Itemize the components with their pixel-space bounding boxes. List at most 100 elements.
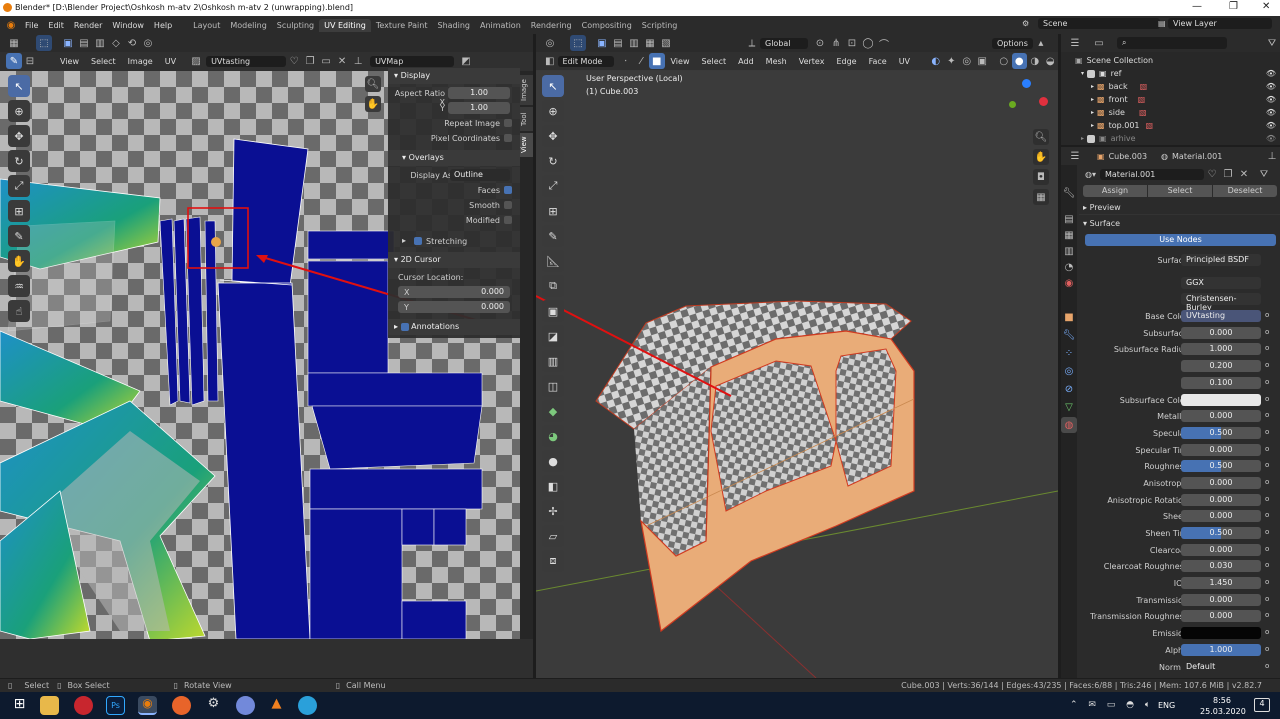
vp-scale-tool-icon[interactable]: ⤢ (542, 175, 564, 197)
vp-shear-tool-icon[interactable]: ▱ (542, 525, 564, 547)
socket-icon[interactable]: o (1265, 561, 1269, 569)
uv-select-tool-icon[interactable]: ↖ (8, 75, 30, 97)
ref-checkbox[interactable] (1087, 69, 1096, 78)
material-unlink-icon[interactable]: ✕ (1236, 166, 1252, 182)
sidebar-tab-image[interactable]: Image (520, 75, 533, 105)
object-tab-icon[interactable]: ■ (1061, 309, 1077, 325)
socket-icon[interactable]: o (1265, 511, 1269, 519)
tray-icons[interactable]: ⌃ ✉ ▭ ◓ 🔈︎ (1070, 700, 1154, 710)
smooth-checkbox[interactable] (504, 201, 512, 209)
data-tab-icon[interactable]: ▽ (1061, 399, 1077, 415)
scene-selector[interactable]: Scene (1038, 18, 1160, 29)
shading-material-icon[interactable]: ◑ (1027, 53, 1043, 69)
shading-wire-icon[interactable]: ○ (996, 53, 1012, 69)
socket-icon[interactable]: o (1265, 628, 1269, 636)
bsdf-value-field[interactable]: 1.000 (1181, 343, 1261, 356)
outliner-item-side[interactable]: ▸ ▩ side ▧ 👁︎ (1075, 106, 1280, 119)
editor-type-icon[interactable]: ▦ (6, 35, 22, 51)
socket-icon[interactable]: o (1265, 595, 1269, 603)
bsdf-value-field[interactable]: 0.030 (1181, 560, 1261, 573)
notification-icon[interactable]: 4 (1254, 698, 1270, 712)
options-dropdown[interactable]: Options (992, 37, 1033, 49)
blender-menu-icon[interactable]: ◉ (3, 17, 19, 33)
vp-polybuild-tool-icon[interactable]: ◆ (542, 400, 564, 422)
snap-type-icon[interactable]: ⊡ (844, 35, 860, 51)
bsdf-value-field[interactable]: 0.500 (1181, 527, 1261, 539)
proportional-edit-icon[interactable]: ◯ (860, 35, 876, 51)
aspect-x-field[interactable]: 1.00 (448, 87, 510, 99)
gizmo-y-axis[interactable] (1009, 101, 1016, 108)
overlays-section-header[interactable]: ▾ Overlays (388, 150, 520, 166)
vp-shrink-tool-icon[interactable]: ✢ (542, 500, 564, 522)
bsdf-value-field[interactable]: 0.000 (1181, 593, 1261, 606)
mode-dropdown[interactable]: Edit Mode (557, 55, 614, 67)
gizmo-icon[interactable]: ✦ (944, 53, 960, 69)
vp-measure-tool-icon[interactable]: 📐︎ (542, 250, 564, 272)
physics-tab-icon[interactable]: ◎ (1061, 363, 1077, 379)
faces-checkbox[interactable] (504, 186, 512, 194)
expand-icon[interactable]: ▸ (1081, 135, 1084, 142)
repeat-image-checkbox[interactable] (504, 119, 512, 127)
aspect-y-field[interactable]: 1.00 (448, 102, 510, 114)
ortho-toggle-icon[interactable]: ▦ (1033, 189, 1049, 205)
image-fake-user-icon[interactable]: ♡ (286, 53, 302, 69)
particles-tab-icon[interactable]: ⁘ (1061, 345, 1077, 361)
bsdf-value-field[interactable]: 0.000 (1181, 476, 1261, 489)
vlc-icon[interactable]: ▲ (267, 696, 286, 715)
explorer-icon[interactable] (40, 696, 59, 715)
bsdf-value-field[interactable] (1181, 627, 1261, 640)
socket-icon[interactable]: o (1265, 662, 1269, 670)
outliner-item-ref[interactable]: ▾ ▣ ref 👁︎ (1075, 67, 1280, 80)
viewport-select-extend-icon[interactable]: ▤ (610, 35, 626, 51)
viewport-zoom-icon[interactable]: 🔍︎ (1033, 129, 1049, 145)
minimize-icon[interactable]: — (1192, 1, 1202, 12)
distribution-dropdown[interactable]: GGX (1181, 276, 1261, 289)
uv-relax-tool-icon[interactable]: ♒ (8, 275, 30, 297)
visibility-icon[interactable]: ◐ (928, 53, 944, 69)
image-open-icon[interactable]: ▭ (318, 53, 334, 69)
bsdf-value-field[interactable]: 0.200 (1181, 360, 1261, 373)
bsdf-value-field[interactable]: 0.000 (1181, 610, 1261, 623)
tray-time[interactable]: 8:56 (1213, 696, 1231, 705)
pin-icon[interactable]: ⊥ (350, 53, 366, 69)
image-name-field[interactable]: UVtasting (206, 55, 287, 67)
socket-icon[interactable]: o (1265, 378, 1269, 386)
menu-render[interactable]: Render (74, 21, 102, 30)
preview-section-header[interactable]: ▸ Preview (1079, 199, 1280, 215)
expand-icon[interactable]: ▾ (1081, 70, 1084, 77)
output-tab-icon[interactable]: ▦ (1061, 227, 1077, 243)
socket-icon[interactable]: o (1265, 478, 1269, 486)
use-nodes-button[interactable]: Use Nodes (1085, 234, 1276, 246)
viewport-pan-icon[interactable]: ✋ (1033, 149, 1049, 165)
menu-window[interactable]: Window (112, 21, 144, 30)
vp-inset-tool-icon[interactable]: ▣ (542, 300, 564, 322)
socket-icon[interactable]: o (1265, 528, 1269, 536)
uv-pan-icon[interactable]: ✋ (365, 96, 381, 112)
bsdf-value-field[interactable]: 0.000 (1181, 410, 1261, 423)
vp-transform-tool-icon[interactable]: ⊞ (542, 200, 564, 222)
settings-icon[interactable]: ⚙ (204, 696, 223, 715)
display-as-dropdown[interactable]: Outline (450, 169, 510, 181)
front-eye-icon[interactable]: 👁︎ (1266, 95, 1276, 104)
uv-select-mode-icon[interactable]: ⬚ (36, 35, 52, 51)
socket-icon[interactable]: o (1265, 495, 1269, 503)
deselect-button[interactable]: Deselect (1213, 185, 1277, 197)
vp-cursor-tool-icon[interactable]: ⊕ (542, 100, 564, 122)
ref-eye-icon[interactable]: 👁︎ (1266, 69, 1276, 78)
menu-edit[interactable]: Edit (48, 21, 64, 30)
arhive-eye-icon[interactable]: 👁︎ (1266, 134, 1276, 143)
display-channels-icon[interactable]: ◩ (458, 53, 474, 69)
blender-taskbar-icon[interactable]: ◉ (138, 696, 157, 715)
menu-uv[interactable]: UV (165, 57, 176, 66)
gizmo-x-axis[interactable] (1039, 97, 1048, 106)
menu-viewport-vertex[interactable]: Vertex (799, 57, 825, 66)
pixel-coords-checkbox[interactable] (504, 134, 512, 142)
camera-view-icon[interactable]: ◘ (1033, 169, 1049, 185)
material-tab-icon[interactable]: ◍ (1061, 417, 1077, 433)
socket-icon[interactable]: o (1265, 445, 1269, 453)
maximize-icon[interactable]: ❐ (1229, 1, 1238, 12)
sync-icon[interactable]: ⟲ (124, 35, 140, 51)
socket-icon[interactable]: o (1265, 328, 1269, 336)
vertex-mode-icon[interactable]: ⋅ (618, 53, 634, 69)
outliner-item-back[interactable]: ▸ ▩ back ▧ 👁︎ (1075, 80, 1280, 93)
